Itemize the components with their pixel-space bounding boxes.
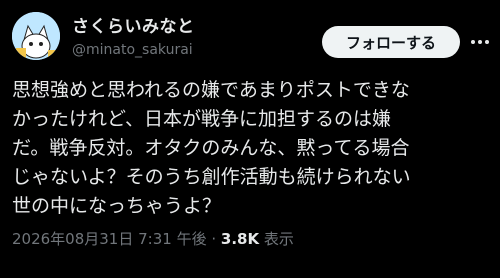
more-dots-icon[interactable] — [468, 30, 492, 54]
post-text-line: じゃないよ？そのうち創作活動も続けられない — [12, 166, 411, 188]
post-timestamp[interactable]: 2026年08月31日 7:31 午後 — [12, 230, 207, 248]
user-handle[interactable]: @minato_sakurai — [72, 42, 193, 58]
follow-button[interactable]: フォローする — [322, 26, 460, 58]
avatar-cat-icon — [12, 12, 60, 60]
post-text-line: だ。戦争反対。オタクのみんな、黙ってる場合 — [12, 137, 410, 159]
avatar[interactable] — [12, 12, 60, 60]
post-text-line: 世の中になっちゃうよ？ — [12, 195, 222, 217]
meta-separator: · — [206, 230, 221, 248]
display-name[interactable]: さくらいみなと — [72, 12, 195, 37]
post-meta: 2026年08月31日 7:31 午後 · 3.8K 表示 — [12, 228, 294, 249]
post-text: 思想強めと思われるの嫌であまりポストできな かったけれど、日本が戦争に加担するの… — [12, 76, 488, 221]
post-text-line: 思想強めと思われるの嫌であまりポストできな — [12, 79, 410, 101]
views-count: 3.8K — [220, 230, 260, 248]
post-text-line: かったけれど、日本が戦争に加担するのは嫌 — [12, 108, 392, 130]
views-label: 表示 — [259, 230, 294, 248]
